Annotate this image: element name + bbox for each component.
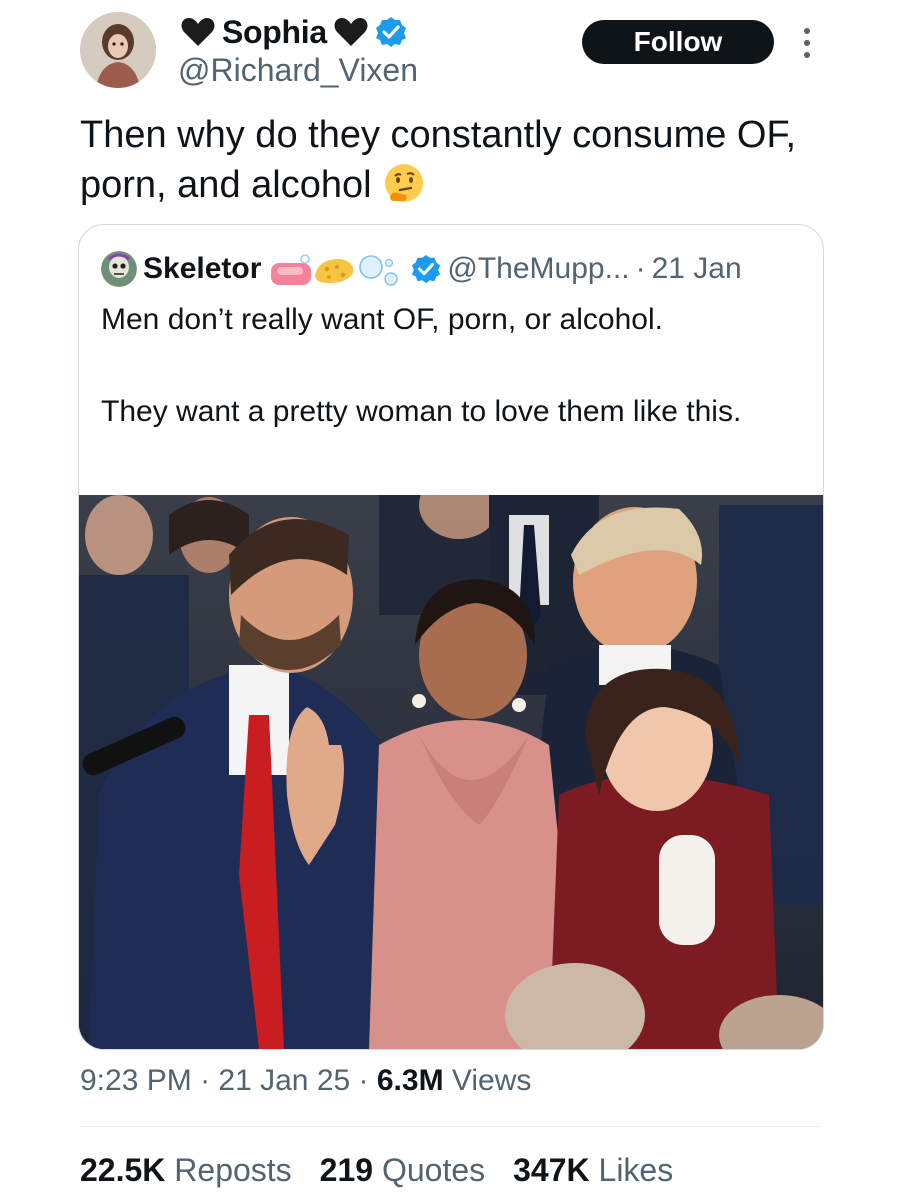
verified-badge-icon: [375, 17, 406, 47]
quoted-author-name: Skeletor: [143, 252, 262, 285]
meta-separator: ·: [191, 1064, 219, 1097]
views-label: Views: [443, 1064, 532, 1097]
tweet-date[interactable]: 21 Jan 25: [218, 1064, 350, 1097]
black-heart-icon: [181, 18, 215, 46]
meta-separator: ·: [350, 1064, 377, 1097]
tweet-meta: 9:23 PM · 21 Jan 25 · 6.3M Views: [80, 1064, 531, 1098]
divider: [80, 1126, 822, 1127]
author-display-name[interactable]: Sophia: [222, 14, 327, 51]
reposts-stat[interactable]: 22.5K Reposts: [80, 1152, 292, 1189]
soap-sponge-bubbles-emoji: [271, 254, 399, 286]
quoted-author-avatar: [101, 251, 137, 287]
quoted-tweet-text: Men don’t really want OF, porn, or alcoh…: [101, 303, 742, 428]
follow-button[interactable]: Follow: [582, 20, 774, 64]
quoted-tweet-header: Skeletor @TheMupp... · 21 Jan: [101, 249, 742, 289]
quoted-tweet-date: 21 Jan: [651, 252, 742, 285]
engagement-stats: 22.5K Reposts 219 Quotes 347K Likes: [80, 1152, 673, 1189]
quoted-tweet-card[interactable]: Skeletor @TheMupp... · 21 Jan Men don’t …: [78, 224, 824, 1050]
likes-stat[interactable]: 347K Likes: [513, 1152, 673, 1189]
quotes-label: Quotes: [381, 1152, 486, 1188]
likes-label: Likes: [598, 1152, 674, 1188]
tweet-time[interactable]: 9:23 PM: [80, 1064, 192, 1097]
tweet-text: Then why do they constantly consume OF, …: [80, 110, 840, 210]
quotes-count: 219: [319, 1152, 374, 1188]
reposts-count: 22.5K: [80, 1152, 166, 1188]
reposts-label: Reposts: [174, 1152, 292, 1188]
author-avatar[interactable]: [80, 12, 156, 88]
black-heart-icon: [334, 18, 368, 46]
author-handle[interactable]: @Richard_Vixen: [178, 52, 418, 89]
views-count: 6.3M: [376, 1064, 444, 1097]
likes-count: 347K: [513, 1152, 590, 1188]
tweet-text-body: Then why do they constantly consume OF, …: [80, 114, 797, 206]
author-name-row: Sophia: [180, 12, 407, 52]
quoted-date-separator: ·: [635, 252, 646, 285]
quotes-stat[interactable]: 219 Quotes: [320, 1152, 485, 1189]
thinking-face-emoji: [385, 164, 424, 202]
quoted-author-handle: @TheMupp...: [447, 252, 630, 285]
quoted-verified-badge-icon: [412, 254, 441, 284]
quoted-tweet-photo[interactable]: [79, 495, 823, 1049]
more-options-icon[interactable]: [800, 26, 814, 60]
